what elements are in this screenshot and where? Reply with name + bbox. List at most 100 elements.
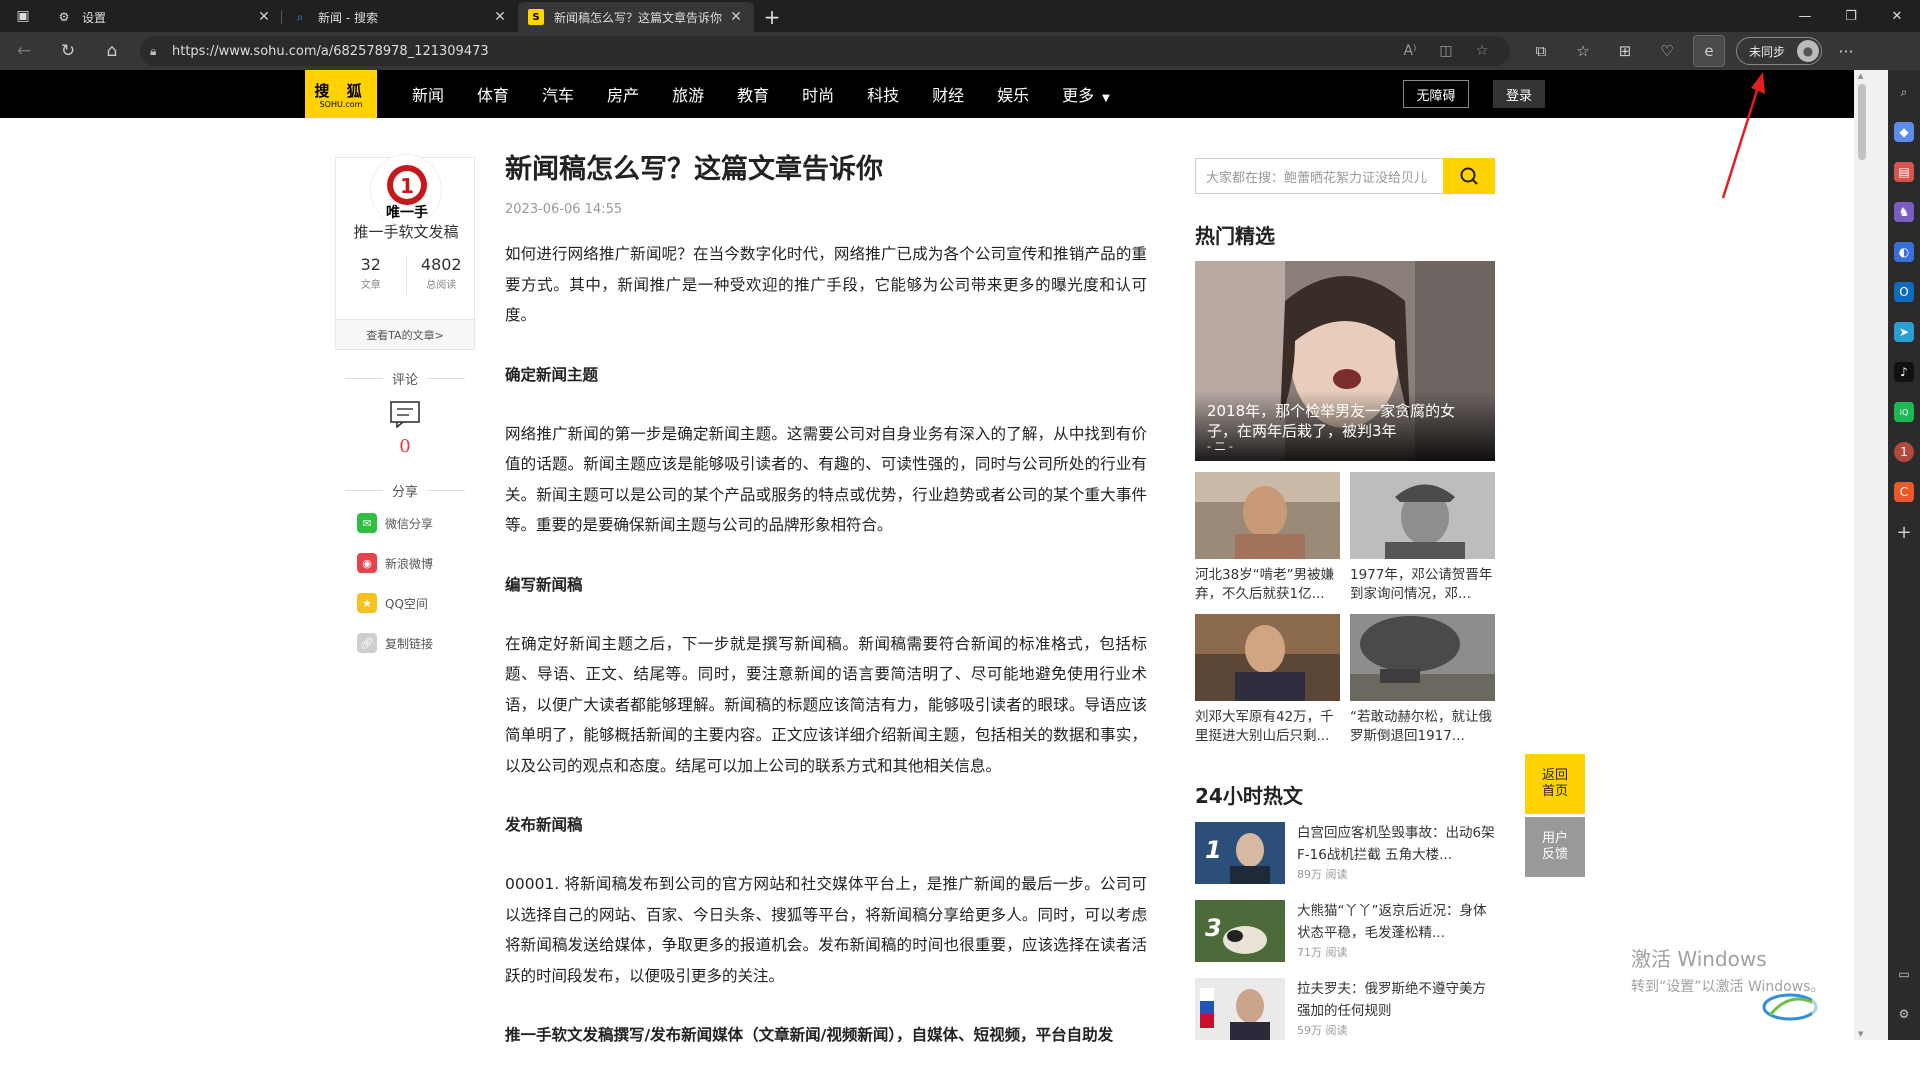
app-c-icon[interactable]: C	[1894, 482, 1914, 502]
hot-item[interactable]: 河北38岁“啃老”男被嫌弃，不久后就获1亿...	[1195, 472, 1340, 604]
nav-item-ent[interactable]: 娱乐	[997, 82, 1029, 106]
nav-item-sports[interactable]: 体育	[477, 82, 509, 106]
window-controls: — ❐ ✕	[1782, 0, 1920, 32]
nav-item-house[interactable]: 房产	[607, 82, 639, 106]
scrollbar-thumb[interactable]	[1858, 84, 1866, 160]
tiktok-icon[interactable]: ♪	[1894, 362, 1914, 382]
hot-item-image	[1350, 614, 1495, 701]
lock-icon[interactable]: 🔒︎	[150, 44, 172, 59]
hot24-item[interactable]: 3 大熊猫“丫丫”返京后近况：身体状态平稳，毛发蓬松精... 71万 阅读	[1195, 900, 1495, 962]
nav-item-fashion[interactable]: 时尚	[802, 82, 834, 106]
sohu-logo[interactable]: 搜 狐 SOHU.com	[305, 70, 377, 118]
back-to-home-button[interactable]: 返回首页	[1525, 754, 1585, 814]
page-scrollbar[interactable]: ▲ ▼	[1854, 70, 1888, 1040]
hot-item[interactable]: 1977年，邓公请贺晋年到家询问情况，邓...	[1350, 472, 1495, 604]
login-button[interactable]: 登录	[1493, 80, 1545, 108]
hot-feature-more: - 二 -	[1207, 440, 1233, 453]
article-paragraph: 在确定好新闻主题之后，下一步就是撰写新闻稿。新闻稿需要符合新闻的标准格式，包括标…	[505, 634, 1147, 775]
hot24-text: 大熊猫“丫丫”返京后近况：身体状态平稳，毛发蓬松精... 71万 阅读	[1297, 900, 1495, 962]
outlook-icon[interactable]: O	[1894, 282, 1914, 302]
nav-item-more[interactable]: 更多 ▼	[1062, 82, 1110, 106]
article-subheading: 编写新闻稿	[505, 575, 583, 594]
hot24-reads: 89万 阅读	[1297, 868, 1348, 881]
ie-mode-icon[interactable]: e	[1693, 35, 1725, 67]
profile-sync-button[interactable]: 未同步 ●	[1736, 37, 1822, 65]
hot-item[interactable]: “若敢动赫尔松，就让俄罗斯倒退回1917...	[1350, 614, 1495, 746]
browser-tab-bar: ▣ ⚙ 设置 ✕ ⌕ 新闻 - 搜索 ✕ S 新闻稿怎么写？这篇文章告诉你 ✕ …	[0, 0, 1920, 32]
nav-item-finance[interactable]: 财经	[932, 82, 964, 106]
scroll-down-icon[interactable]: ▼	[1858, 1030, 1863, 1038]
more-options-icon[interactable]: ···	[1826, 35, 1866, 67]
feedback-button[interactable]: 用户反馈	[1525, 817, 1585, 877]
close-icon[interactable]: ✕	[728, 9, 744, 25]
copilot-icon[interactable]: ◐	[1894, 242, 1914, 262]
accessibility-button[interactable]: 无障碍	[1403, 80, 1469, 108]
hot24-item[interactable]: 拉夫罗夫：俄罗斯绝不遵守美方强加的任何规则 59万 阅读	[1195, 978, 1495, 1040]
author-more-link[interactable]: 查看TA的文章>	[336, 319, 474, 349]
tab-actions-icon[interactable]: ▣	[0, 0, 46, 32]
nav-item-edu[interactable]: 教育	[737, 82, 769, 106]
favorites-icon[interactable]: ☆	[1562, 35, 1604, 67]
stat-value: 4802	[420, 255, 462, 274]
games-icon[interactable]: ♞	[1894, 202, 1914, 222]
hot-feature[interactable]: 2018年，那个检举男友一家贪腐的女子，在两年后栽了，被判3年 - 二 -	[1195, 261, 1495, 461]
close-icon[interactable]: ✕	[492, 9, 508, 25]
tab-title: 新闻稿怎么写？这篇文章告诉你	[554, 10, 723, 25]
tab-search[interactable]: ⌕ 新闻 - 搜索 ✕	[282, 2, 518, 32]
extensions-icon[interactable]: ⧉	[1520, 35, 1562, 67]
share-wechat[interactable]: ✉ 微信分享	[357, 513, 433, 533]
tab-settings[interactable]: ⚙ 设置 ✕	[46, 2, 282, 32]
collections-icon[interactable]: ⊞	[1604, 35, 1646, 67]
nav-item-auto[interactable]: 汽车	[542, 82, 574, 106]
notification-icon[interactable]: 1	[1894, 442, 1914, 462]
iqiyi-icon[interactable]: iQ	[1894, 402, 1914, 422]
hot-item[interactable]: 刘邓大军原有42万，千里挺进大别山后只剩...	[1195, 614, 1340, 746]
minimize-icon[interactable]: —	[1782, 0, 1828, 32]
new-tab-button[interactable]: +	[754, 2, 790, 32]
screen-icon[interactable]: ▭	[1894, 964, 1914, 984]
author-name[interactable]: 推一手软文发稿	[336, 221, 476, 242]
search-input[interactable]: 大家都在搜：鲍蕾晒花絮力证没给贝儿	[1195, 158, 1443, 194]
search-icon[interactable]: ⌕	[1894, 82, 1914, 102]
nav-item-news[interactable]: 新闻	[412, 82, 444, 106]
settings-icon[interactable]: ⚙	[1894, 1004, 1914, 1024]
scroll-up-icon[interactable]: ▲	[1858, 72, 1863, 80]
stat-reads: 4802 总阅读	[405, 255, 477, 295]
site-watermark-logo	[1762, 993, 1850, 1021]
hot-feature-caption: 2018年，那个检举男友一家贪腐的女子，在两年后栽了，被判3年 - 二 -	[1195, 391, 1495, 461]
author-avatar[interactable]: 1 唯一手	[370, 154, 442, 226]
nav-item-travel[interactable]: 旅游	[672, 82, 704, 106]
shopping-tag-icon[interactable]: ◆	[1894, 122, 1914, 142]
comment-section-title: 评论	[335, 369, 475, 388]
share-qzone[interactable]: ★ QQ空间	[357, 593, 428, 613]
add-favorite-icon[interactable]: ☆	[1464, 43, 1500, 59]
article-subheading: 确定新闻主题	[505, 365, 599, 384]
gear-icon: ⚙	[58, 10, 70, 24]
search-button[interactable]	[1443, 158, 1495, 194]
share-label: 新浪微博	[385, 556, 434, 571]
add-icon[interactable]: +	[1894, 522, 1914, 543]
comment-count[interactable]: 0	[335, 436, 475, 457]
tools-icon[interactable]: ▤	[1894, 162, 1914, 182]
hot24-item[interactable]: 1 白宫回应客机坠毁事故：出动6架F-16战机拦截 五角大楼... 89万 阅读	[1195, 822, 1495, 884]
back-icon[interactable]: ←	[4, 35, 44, 67]
close-icon[interactable]: ✕	[256, 9, 272, 25]
nav-item-tech[interactable]: 科技	[867, 82, 899, 106]
performance-icon[interactable]: ♡	[1646, 35, 1688, 67]
address-bar[interactable]: 🔒︎ https://www.sohu.com/a/682578978_1213…	[140, 36, 1510, 66]
refresh-icon[interactable]: ↻	[48, 35, 88, 67]
article-paragraph: 00001. 将新闻稿发布到公司的官方网站和社交媒体平台上，是推广新闻的最后一步…	[505, 875, 1147, 985]
close-window-icon[interactable]: ✕	[1874, 0, 1920, 32]
comment-icon[interactable]	[389, 400, 421, 428]
home-icon[interactable]: ⌂	[92, 35, 132, 67]
qzone-star-icon: ★	[357, 593, 377, 613]
read-aloud-icon[interactable]: A⁾	[1392, 43, 1428, 59]
tab-article[interactable]: S 新闻稿怎么写？这篇文章告诉你 ✕	[518, 2, 754, 32]
url-text[interactable]: https://www.sohu.com/a/682578978_1213094…	[172, 44, 1392, 59]
share-weibo[interactable]: ◉ 新浪微博	[357, 553, 433, 573]
restore-icon[interactable]: ❐	[1828, 0, 1874, 32]
share-copy-link[interactable]: 🔗︎ 复制链接	[357, 633, 433, 653]
telegram-icon[interactable]: ➤	[1894, 322, 1914, 342]
split-screen-icon[interactable]: ◫	[1428, 43, 1464, 59]
nav-more-label: 更多	[1062, 86, 1095, 105]
